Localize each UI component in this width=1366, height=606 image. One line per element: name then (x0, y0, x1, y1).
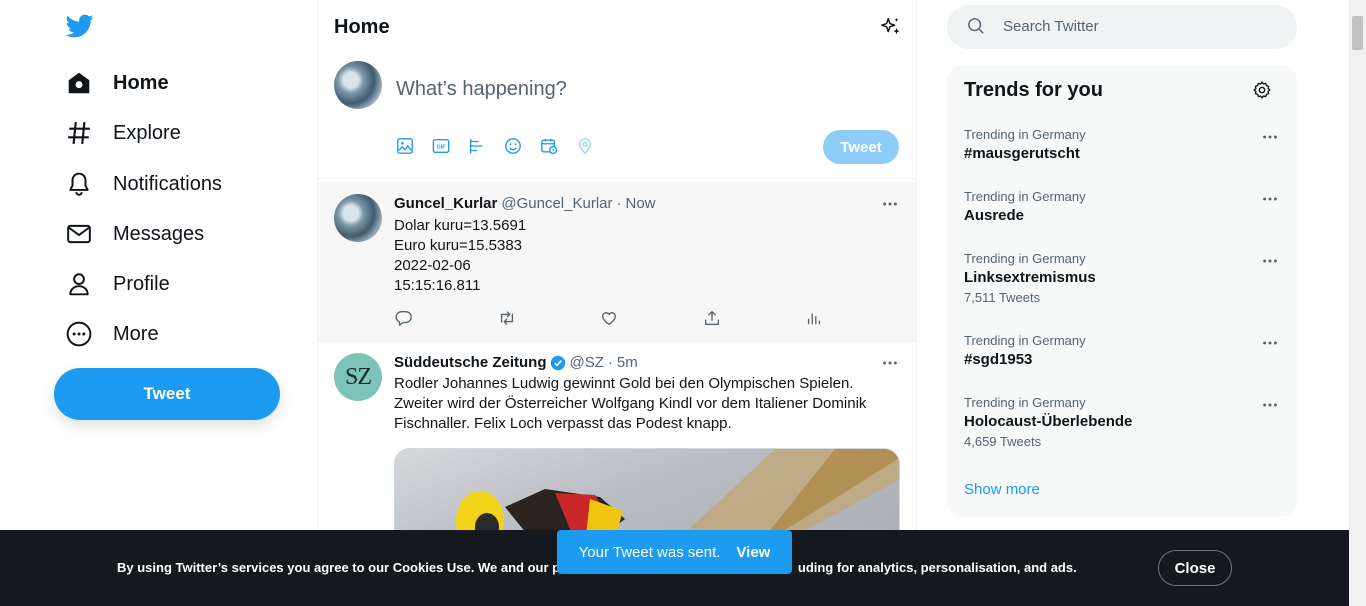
search-icon (967, 17, 987, 37)
trend-item[interactable]: Trending in Germany #mausgerutscht (964, 127, 1284, 162)
trend-tweet-count: 7,511 Tweets (964, 290, 1041, 305)
cookie-text-left: By using Twitter’s services you agree to… (117, 560, 592, 575)
nav-label: More (113, 322, 159, 345)
nav-label: Explore (113, 121, 181, 144)
tweet-card[interactable]: Guncel_Kurlar @Guncel_Kurlar · Now Dolar… (318, 182, 916, 341)
trend-tweet-count: 4,659 Tweets (964, 434, 1042, 449)
trend-context: Trending in Germany (964, 251, 1086, 266)
nav-item-notifications[interactable]: Notifications (54, 160, 234, 208)
image-icon[interactable] (396, 136, 414, 156)
retweet-icon[interactable] (497, 308, 517, 328)
like-icon[interactable] (599, 308, 619, 328)
tweet-author-name[interactable]: Süddeutsche Zeitung (394, 354, 547, 371)
more-dots-icon[interactable] (1260, 251, 1280, 271)
cookie-text-right: uding for analytics, personalisation, an… (797, 560, 1077, 575)
gif-icon[interactable]: GIF (432, 136, 450, 156)
bell-icon (66, 171, 92, 197)
divider (318, 178, 916, 179)
nav-label: Profile (113, 272, 170, 295)
emoji-icon[interactable] (504, 136, 522, 156)
hashtag-icon (66, 120, 92, 146)
nav-label: Home (113, 71, 169, 94)
location-icon[interactable] (576, 136, 594, 156)
schedule-icon[interactable] (540, 136, 558, 156)
avatar[interactable] (334, 194, 382, 242)
nav-item-explore[interactable]: Explore (54, 109, 193, 157)
poll-icon[interactable] (468, 136, 486, 156)
search-input[interactable]: Search Twitter (1003, 18, 1099, 35)
tweet-text: Rodler Johannes Ludwig gewinnt Gold bei … (394, 375, 867, 432)
nav-item-home[interactable]: Home (54, 59, 181, 107)
svg-text:GIF: GIF (437, 145, 447, 151)
twitter-home-page: Home Explore Notifications Messages Prof… (0, 0, 1366, 606)
show-more-link[interactable]: Show more (964, 481, 1040, 498)
compose-input[interactable]: What’s happening? (396, 78, 567, 101)
more-dots-icon[interactable] (1260, 127, 1280, 147)
toast-view-link[interactable]: View (736, 544, 770, 561)
twitter-bird-logo-icon[interactable] (64, 12, 98, 42)
home-icon (66, 70, 92, 96)
trend-context: Trending in Germany (964, 189, 1086, 204)
tweet-sent-toast: Your Tweet was sent. View (557, 530, 792, 574)
more-dots-icon[interactable] (880, 353, 900, 373)
toast-message: Your Tweet was sent. (578, 543, 721, 561)
close-button[interactable]: Close (1158, 550, 1232, 586)
trend-item[interactable]: Trending in Germany #sgd1953 (964, 333, 1284, 368)
trend-item[interactable]: Trending in Germany Linksextremismus 7,5… (964, 251, 1284, 305)
more-dots-icon[interactable] (880, 194, 900, 214)
gear-icon[interactable] (1252, 80, 1272, 100)
tweet-author-handle[interactable]: @SZ (570, 354, 604, 371)
envelope-icon (66, 221, 92, 247)
separator-dot: · (607, 354, 613, 371)
tweet-text: Dolar kuru=13.5691 Euro kuru=15.5383 202… (394, 217, 527, 294)
trends-title: Trends for you (964, 79, 1103, 101)
compose-tweet-button[interactable]: Tweet (823, 130, 899, 164)
tweet-button[interactable]: Tweet (54, 368, 280, 420)
trend-name: #sgd1953 (964, 351, 1033, 368)
sparkle-icon[interactable] (880, 16, 902, 38)
trend-name: Linksextremismus (964, 269, 1096, 286)
trends-panel: Trends for you Trending in Germany #maus… (947, 65, 1297, 517)
trend-item[interactable]: Trending in Germany Holocaust-Überlebend… (964, 395, 1284, 449)
trend-name: Holocaust-Überlebende (964, 413, 1133, 430)
trend-name: #mausgerutscht (964, 145, 1080, 162)
page-scrollbar[interactable] (1349, 0, 1366, 606)
search-box[interactable]: Search Twitter (947, 5, 1297, 49)
tweet-author-name[interactable]: Guncel_Kurlar (394, 195, 497, 212)
left-sidebar: Home Explore Notifications Messages Prof… (0, 0, 318, 606)
separator-dot: · (616, 195, 622, 212)
verified-badge-icon (550, 355, 566, 371)
page-title: Home (334, 16, 390, 38)
tweet-header: Guncel_Kurlar @Guncel_Kurlar · Now (394, 195, 656, 212)
analytics-icon[interactable] (804, 308, 824, 328)
trend-context: Trending in Germany (964, 395, 1086, 410)
avatar[interactable]: SZ (334, 353, 382, 401)
person-icon (66, 271, 92, 297)
trend-name: Ausrede (964, 207, 1025, 224)
trend-context: Trending in Germany (964, 333, 1086, 348)
tweet-timestamp[interactable]: 5m (617, 354, 638, 371)
reply-icon[interactable] (394, 308, 414, 328)
nav-label: Messages (113, 222, 205, 245)
tweet-timestamp[interactable]: Now (625, 195, 655, 212)
nav-item-more[interactable]: More (54, 310, 171, 358)
tweet-author-handle[interactable]: @Guncel_Kurlar (501, 195, 612, 212)
tweet-header: Süddeutsche Zeitung @SZ · 5m (394, 354, 638, 371)
scrollbar-thumb[interactable] (1352, 16, 1363, 50)
timeline: Home What’s happening? GIF Tweet Guncel_… (317, 0, 917, 606)
share-icon[interactable] (702, 308, 722, 328)
more-circle-icon (66, 321, 92, 347)
more-dots-icon[interactable] (1260, 333, 1280, 353)
trend-context: Trending in Germany (964, 127, 1086, 142)
compose-toolbar: GIF (396, 136, 594, 156)
tweet-actions (394, 308, 824, 328)
nav-item-profile[interactable]: Profile (54, 260, 182, 308)
avatar[interactable] (334, 61, 382, 109)
more-dots-icon[interactable] (1260, 189, 1280, 209)
trend-item[interactable]: Trending in Germany Ausrede (964, 189, 1284, 224)
nav-item-messages[interactable]: Messages (54, 210, 216, 258)
more-dots-icon[interactable] (1260, 395, 1280, 415)
nav-label: Notifications (113, 172, 222, 195)
